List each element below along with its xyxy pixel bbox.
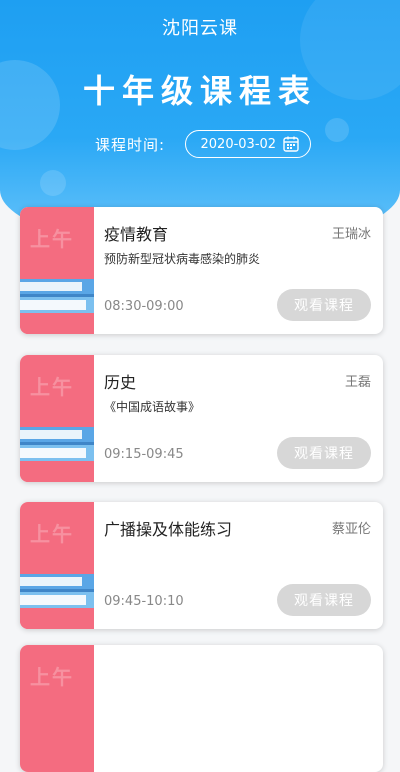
decor-bubble <box>325 118 349 142</box>
course-time: 09:45-10:10 <box>104 594 184 609</box>
date-row: 课程时间: 2020-03-02 <box>95 128 312 160</box>
date-picker[interactable]: 2020-03-02 <box>185 130 312 158</box>
decor-bubble <box>40 170 66 196</box>
watch-course-button[interactable]: 观看课程 <box>277 584 371 616</box>
course-time: 08:30-09:00 <box>104 299 184 314</box>
teacher-name: 王磊 <box>344 375 371 390</box>
date-value: 2020-03-02 <box>200 136 277 152</box>
app-title: 沈阳云课 <box>162 18 238 39</box>
course-thumbnail: 上午 <box>20 207 94 334</box>
watch-course-button[interactable]: 观看课程 <box>277 437 371 469</box>
course-name: 疫情教育 <box>104 225 169 244</box>
course-description: 预防新型冠状病毒感染的肺炎 <box>104 252 261 266</box>
teacher-name: 王瑞冰 <box>331 227 371 242</box>
period-label: 上午 <box>30 375 74 399</box>
course-thumbnail: 上午 <box>20 502 94 629</box>
teacher-name: 蔡亚伦 <box>331 522 371 537</box>
course-card[interactable]: 上午 疫情教育 王瑞冰 预防新型冠状病毒感染的肺炎 08:30-09:00 观看… <box>20 207 383 334</box>
course-thumbnail: 上午 <box>20 355 94 482</box>
course-card[interactable]: 上午 <box>20 645 383 772</box>
course-name: 历史 <box>104 373 137 392</box>
period-label: 上午 <box>30 522 74 546</box>
calendar-icon <box>282 135 300 153</box>
period-label: 上午 <box>30 665 74 689</box>
course-name: 广播操及体能练习 <box>104 520 233 539</box>
course-time: 09:15-09:45 <box>104 447 184 462</box>
date-label: 课程时间: <box>95 135 166 154</box>
book-stack-icon <box>20 279 94 334</box>
course-card[interactable]: 上午 历史 王磊 《中国成语故事》 09:15-09:45 观看课程 <box>20 355 383 482</box>
book-stack-icon <box>20 427 94 482</box>
course-card[interactable]: 上午 广播操及体能练习 蔡亚伦 09:45-10:10 观看课程 <box>20 502 383 629</box>
page-title: 十年级课程表 <box>82 72 317 110</box>
course-thumbnail: 上午 <box>20 645 94 772</box>
book-stack-icon <box>20 574 94 629</box>
period-label: 上午 <box>30 227 74 251</box>
watch-course-button[interactable]: 观看课程 <box>277 289 371 321</box>
course-description: 《中国成语故事》 <box>104 400 201 414</box>
